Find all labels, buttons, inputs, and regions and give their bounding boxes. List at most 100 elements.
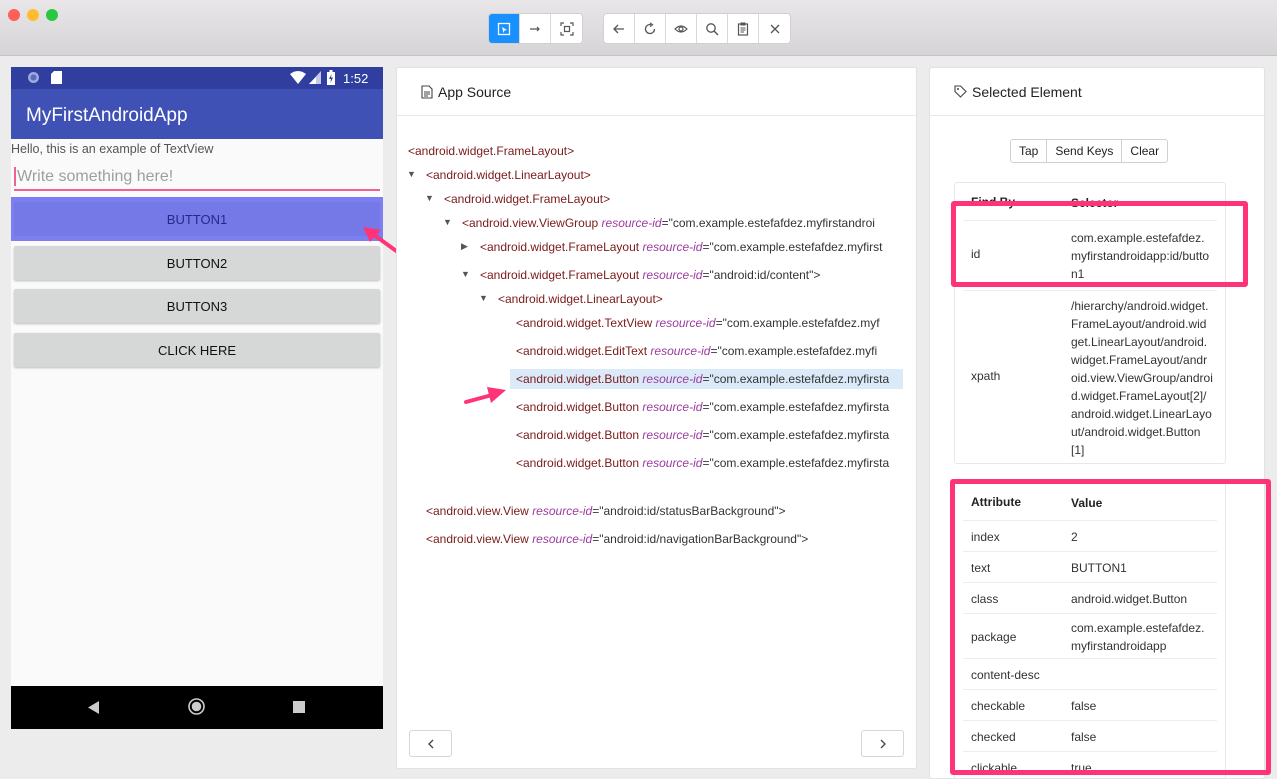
button2[interactable]: BUTTON2 [14,246,380,280]
node-value: ="com.example.estefafdez.myf [715,316,880,330]
app-source-title: App Source [438,83,512,100]
tap-coordinates-icon[interactable] [551,14,582,43]
node-attribute: resource-id [642,428,703,442]
node-tag: <android.widget.FrameLayout [480,268,643,282]
source-tree-node[interactable]: <android.widget.FrameLayout resource-id=… [474,265,903,285]
source-tree-node[interactable]: <android.widget.FrameLayout> [438,189,903,209]
select-icon[interactable] [489,14,520,43]
edittext-placeholder: Write something here! [17,168,174,185]
source-tree-node[interactable]: <android.widget.EditText resource-id="co… [510,341,903,361]
node-attribute: resource-id [532,532,593,546]
source-tree-node[interactable]: <android.widget.TextView resource-id="co… [510,313,903,333]
nav-back-icon[interactable] [88,701,100,714]
send-keys-button[interactable]: Send Keys [1047,140,1123,162]
caret-down-icon[interactable]: ▼ [425,193,434,203]
back-icon[interactable] [604,14,635,43]
eye-icon[interactable] [666,14,697,43]
minimize-window-icon[interactable] [27,9,39,21]
annotation-arrow-tree [464,387,506,404]
node-tag: <android.view.View [426,532,533,546]
hello-textview[interactable]: Hello, this is an example of TextView [11,142,213,156]
nav-home-icon[interactable] [188,698,205,715]
selected-element-title: Selected Element [972,83,1082,100]
prev-button[interactable] [409,730,452,757]
node-attribute: resource-id [655,316,716,330]
file-icon [421,84,433,99]
button2-label: BUTTON2 [166,255,228,271]
node-tag: <android.widget.FrameLayout> [444,192,611,206]
mode-toolbar [488,13,583,44]
search-icon[interactable] [697,14,728,43]
node-tag: <android.widget.Button [516,372,643,386]
source-tree-node[interactable]: <android.widget.LinearLayout> [492,289,903,309]
node-value: ="com.example.estefafdez.myfirsta [702,428,890,442]
chevron-left-icon [427,739,433,748]
node-tag: <android.view.ViewGroup [462,216,602,230]
button1[interactable]: BUTTON1 [14,202,380,236]
refresh-icon[interactable] [635,14,666,43]
edittext-field[interactable]: Write something here! [14,165,380,191]
navigation-bar [11,686,383,729]
node-value: ="android:id/navigationBarBackground"> [592,532,809,546]
nav-recents-icon[interactable] [293,701,305,713]
source-tree-node[interactable]: <android.widget.LinearLayout> [420,165,903,185]
action-toolbar [603,13,791,44]
node-tag: <android.widget.Button [516,428,643,442]
caret-down-icon[interactable]: ▼ [407,169,416,179]
source-tree-node[interactable]: <android.view.ViewGroup resource-id="com… [456,213,903,233]
node-value: ="com.example.estefafdez.myfirsta [702,400,890,414]
caret-down-icon[interactable]: ▼ [479,293,488,303]
signal-icon [309,71,321,84]
button3[interactable]: BUTTON3 [14,289,380,323]
device-screen[interactable]: 1:52 MyFirstAndroidApp Hello, this is an… [11,67,383,729]
source-tree-node[interactable]: <android.widget.Button resource-id="com.… [510,425,903,445]
close-icon[interactable] [759,14,790,43]
node-tag: <android.widget.LinearLayout> [498,292,663,306]
node-attribute: resource-id [650,344,711,358]
id-selector-highlight [951,201,1248,287]
clear-button[interactable]: Clear [1122,140,1167,162]
clipboard-icon[interactable] [728,14,759,43]
node-tag: <android.widget.Button [516,400,643,414]
zoom-window-icon[interactable] [46,9,58,21]
element-actions: Tap Send Keys Clear [1010,139,1169,163]
node-tag: <android.view.View [426,504,533,518]
app-source-header: App Source [397,68,916,116]
node-attribute: resource-id [642,268,703,282]
tap-button[interactable]: Tap [1011,140,1048,162]
node-tag: <android.widget.FrameLayout> [408,144,575,158]
source-tree-node[interactable]: <android.view.View resource-id="android:… [420,501,903,521]
button3-label: BUTTON3 [166,298,228,314]
source-tree-node[interactable]: <android.widget.FrameLayout> [402,141,903,161]
caret-right-icon[interactable]: ▶ [461,241,468,252]
caret-down-icon[interactable]: ▼ [443,217,452,227]
node-tag: <android.widget.TextView [516,316,656,330]
app-source-panel: App Source <android.widget.FrameLayout> <… [396,67,917,769]
click-here-button[interactable]: CLICK HERE [14,333,380,367]
battery-icon [327,70,335,85]
next-button[interactable] [861,730,904,757]
find-by-value: /hierarchy/android.widget.FrameLayout/an… [1071,299,1213,457]
node-attribute: resource-id [642,372,703,386]
source-tree-node[interactable]: <android.widget.Button resource-id="com.… [510,453,903,473]
node-attribute: resource-id [532,504,593,518]
node-attribute: resource-id [642,456,703,470]
swipe-icon[interactable] [520,14,551,43]
close-window-icon[interactable] [8,9,20,21]
node-attribute: resource-id [642,400,703,414]
source-tree-node[interactable]: <android.widget.FrameLayout resource-id=… [474,237,903,257]
find-by-row-xpath[interactable]: xpath /hierarchy/android.widget.FrameLay… [963,291,1217,463]
source-tree-node[interactable]: <android.view.View resource-id="android:… [420,529,903,549]
caret-down-icon[interactable]: ▼ [461,269,470,279]
notification-icon [28,72,39,83]
source-tree-node-selected[interactable]: <android.widget.Button resource-id="com.… [510,369,903,389]
source-tree-node[interactable]: <android.widget.Button resource-id="com.… [510,397,903,417]
click-here-label: CLICK HERE [157,342,237,358]
tag-icon [954,85,967,98]
node-value: ="com.example.estefafdez.myfirsta [702,372,890,386]
attributes-highlight [950,479,1271,775]
sd-card-icon [51,71,62,84]
chevron-right-icon [880,739,886,748]
node-attribute: resource-id [642,240,703,254]
status-bar: 1:52 [11,67,383,89]
